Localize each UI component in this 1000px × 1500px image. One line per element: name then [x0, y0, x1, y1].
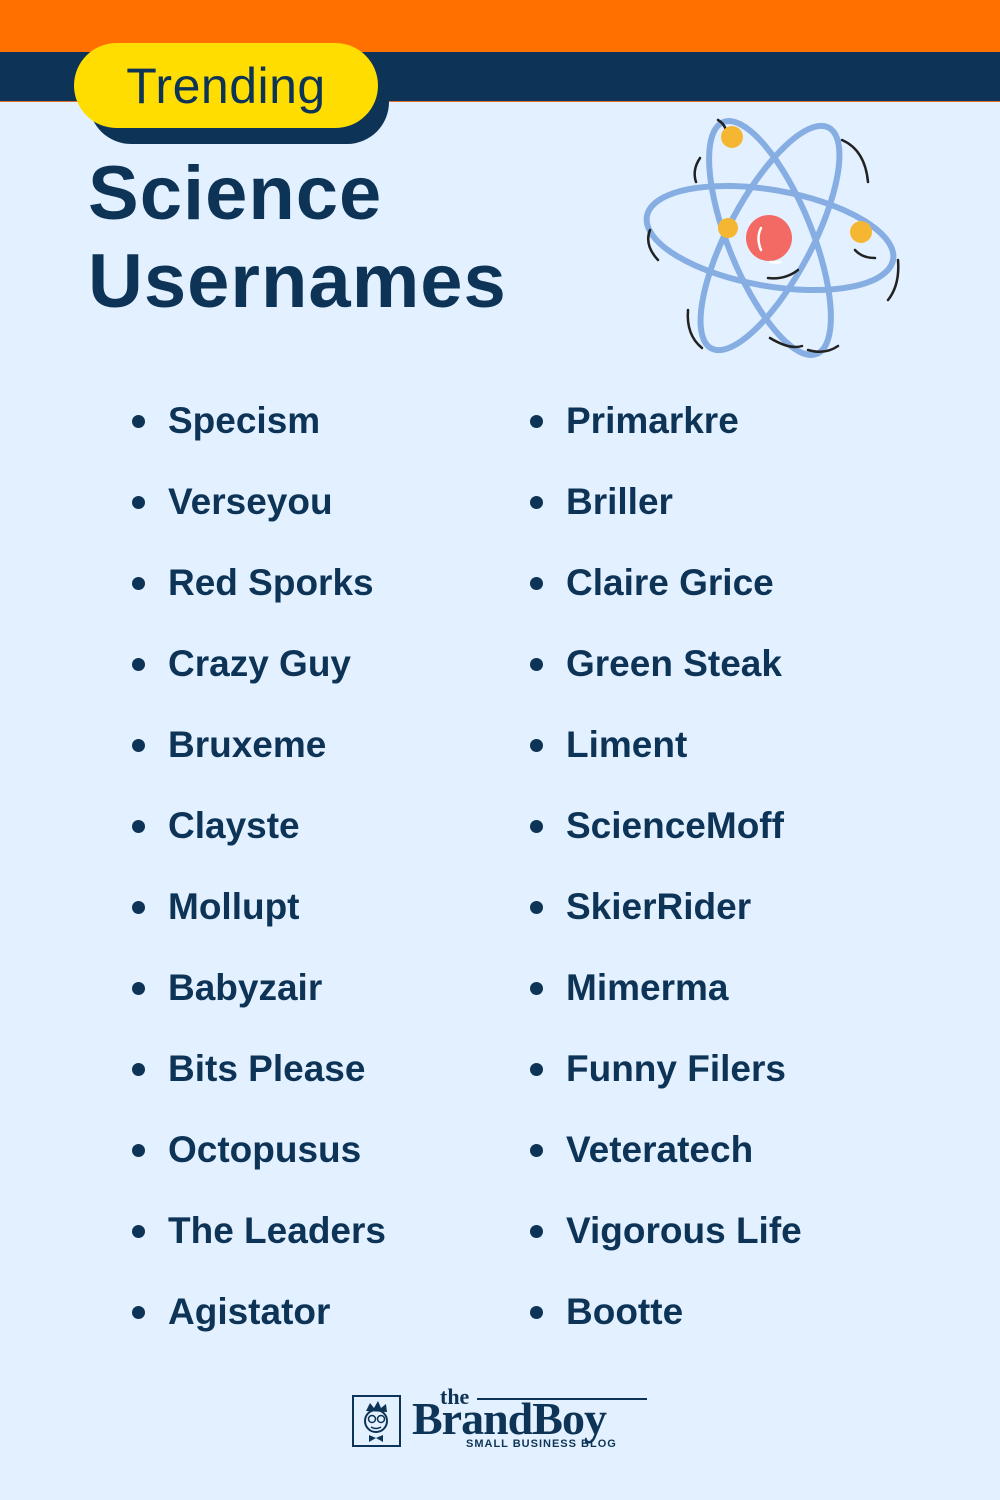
list-item: Babyzair	[132, 967, 386, 1048]
list-item: Bootte	[530, 1291, 802, 1372]
page-title: Science Usernames	[88, 150, 507, 326]
list-item: Specism	[132, 400, 386, 481]
bullet-icon	[132, 1306, 145, 1319]
mascot-icon	[352, 1395, 401, 1447]
bullet-icon	[530, 415, 543, 428]
list-item: Bruxeme	[132, 724, 386, 805]
list-item: Liment	[530, 724, 802, 805]
list-item: Primarkre	[530, 400, 802, 481]
bullet-icon	[132, 820, 145, 833]
bullet-icon	[530, 901, 543, 914]
username-list-left: Specism Verseyou Red Sporks Crazy Guy Br…	[132, 400, 386, 1372]
bullet-icon	[132, 982, 145, 995]
electron	[721, 126, 743, 148]
trending-badge-label: Trending	[126, 57, 326, 114]
bullet-icon	[132, 415, 145, 428]
list-item: Vigorous Life	[530, 1210, 802, 1291]
bullet-icon	[132, 577, 145, 590]
bullet-icon	[132, 1063, 145, 1076]
bullet-icon	[530, 496, 543, 509]
bullet-icon	[530, 1225, 543, 1238]
list-item: Agistator	[132, 1291, 386, 1372]
bullet-icon	[132, 739, 145, 752]
bullet-icon	[132, 901, 145, 914]
bullet-icon	[530, 739, 543, 752]
list-item: Octopusus	[132, 1129, 386, 1210]
list-item: SkierRider	[530, 886, 802, 967]
bullet-icon	[530, 982, 543, 995]
bullet-icon	[530, 1144, 543, 1157]
list-item: Bits Please	[132, 1048, 386, 1129]
electron	[850, 221, 872, 243]
bullet-icon	[530, 658, 543, 671]
bullet-icon	[530, 577, 543, 590]
electron	[718, 218, 738, 238]
list-item: Green Steak	[530, 643, 802, 724]
bullet-icon	[530, 1063, 543, 1076]
list-item: Briller	[530, 481, 802, 562]
brand-logo: the BrandBoy SMALL BUSINESS BLOG	[352, 1384, 652, 1460]
logo-brand: BrandBoy	[412, 1393, 607, 1444]
atom-icon	[643, 118, 900, 358]
list-item: Veteratech	[530, 1129, 802, 1210]
bullet-icon	[132, 1225, 145, 1238]
list-item: Funny Filers	[530, 1048, 802, 1129]
bullet-icon	[530, 1306, 543, 1319]
list-item: Verseyou	[132, 481, 386, 562]
page-title-line1: Science	[88, 151, 383, 236]
bullet-icon	[530, 820, 543, 833]
list-item: Crazy Guy	[132, 643, 386, 724]
logo-tagline: SMALL BUSINESS BLOG	[466, 1438, 617, 1450]
bullet-icon	[132, 1144, 145, 1157]
list-item: Clayste	[132, 805, 386, 886]
username-list-right: Primarkre Briller Claire Grice Green Ste…	[530, 400, 802, 1372]
list-item: Claire Grice	[530, 562, 802, 643]
nucleus	[746, 215, 792, 261]
list-item: The Leaders	[132, 1210, 386, 1291]
trending-badge: Trending	[74, 43, 378, 128]
bullet-icon	[132, 658, 145, 671]
list-item: Mimerma	[530, 967, 802, 1048]
bullet-icon	[132, 496, 145, 509]
page-title-line2: Usernames	[88, 239, 507, 324]
list-item: ScienceMoff	[530, 805, 802, 886]
list-item: Mollupt	[132, 886, 386, 967]
list-item: Red Sporks	[132, 562, 386, 643]
